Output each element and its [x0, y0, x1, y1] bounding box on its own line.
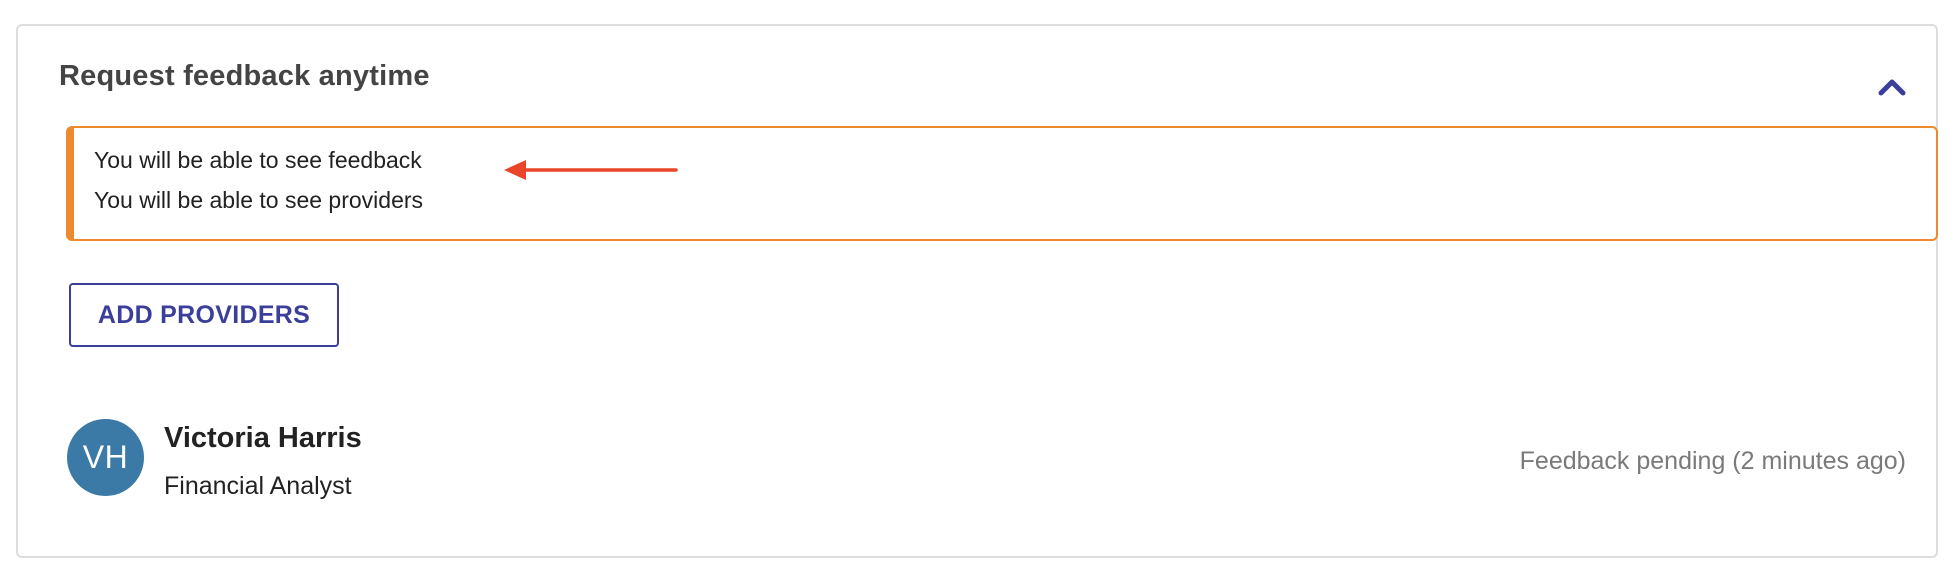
provider-role: Financial Analyst	[164, 472, 352, 500]
avatar: VH	[67, 419, 144, 496]
chevron-up-icon	[1878, 79, 1906, 96]
card-title: Request feedback anytime	[59, 60, 430, 92]
visibility-notice: You will be able to see feedback You wil…	[66, 126, 1938, 241]
arrow-left-icon	[504, 160, 678, 180]
notice-line-feedback: You will be able to see feedback	[94, 147, 422, 173]
provider-name: Victoria Harris	[164, 422, 362, 454]
notice-line-providers: You will be able to see providers	[94, 187, 424, 213]
feedback-status: Feedback pending (2 minutes ago)	[1519, 447, 1906, 475]
add-providers-button[interactable]: ADD PROVIDERS	[69, 283, 339, 347]
collapse-toggle-button[interactable]	[1874, 72, 1910, 100]
request-feedback-card: Request feedback anytime You will be abl…	[16, 24, 1938, 558]
